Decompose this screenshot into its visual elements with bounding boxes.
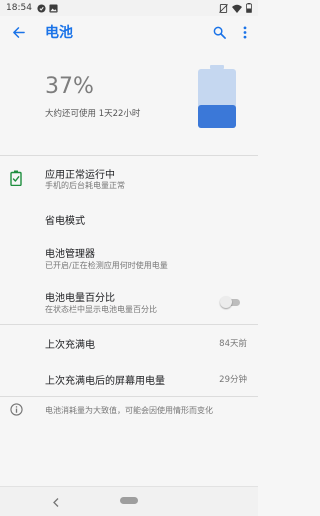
last-full-charge-row[interactable]: 上次充满电 84天前 [0, 325, 258, 359]
battery-manager-row[interactable]: 电池管理器 已开启/正在检测应用何时使用电量 [0, 236, 258, 280]
info-icon [10, 403, 23, 416]
navigation-bar [0, 486, 258, 516]
image-notification-icon [49, 3, 58, 13]
battery-percentage-toggle[interactable] [220, 296, 242, 308]
battery-percentage-row[interactable]: 电池电量百分比 在状态栏中显示电池电量百分比 [0, 280, 258, 324]
battery-percent: 37% [45, 74, 94, 99]
more-vert-icon [243, 25, 247, 39]
status-right [219, 3, 252, 13]
home-button[interactable] [120, 497, 138, 504]
battery-saver-title: 省电模式 [45, 216, 85, 227]
notification-icon [37, 3, 46, 13]
status-battery-icon [246, 3, 252, 13]
battery-percentage-subtitle: 在状态栏中显示电池电量百分比 [45, 305, 157, 314]
chevron-left-icon [53, 497, 59, 507]
app-status-subtitle: 手机的后台耗电量正常 [45, 181, 125, 190]
battery-manager-subtitle: 已开启/正在检测应用何时使用电量 [45, 261, 168, 270]
screen-usage-row[interactable]: 上次充满电后的屏幕用电量 29分钟 [0, 361, 258, 395]
info-text: 电池消耗量为大致值，可能会因使用情形而变化 [45, 406, 213, 415]
screen-usage-value: 29分钟 [219, 375, 247, 385]
wifi-icon [232, 4, 242, 13]
nav-back-button[interactable] [48, 494, 64, 510]
battery-percentage-title: 电池电量百分比 [45, 293, 115, 304]
battery-manager-title: 电池管理器 [45, 249, 95, 260]
arrow-back-icon [12, 26, 25, 38]
no-sim-icon [219, 3, 228, 13]
app-status-title: 应用正常运行中 [45, 170, 115, 181]
search-icon [213, 26, 226, 39]
last-full-charge-value: 84天前 [219, 339, 247, 349]
last-full-charge-title: 上次充满电 [45, 340, 95, 351]
battery-settings-list: 应用正常运行中 手机的后台耗电量正常 省电模式 电池管理器 已开启/正在检测应用… [0, 156, 258, 486]
battery-estimate: 大约还可使用 1天22小时 [45, 109, 141, 119]
more-options-button[interactable] [232, 16, 258, 48]
info-row: 电池消耗量为大致值，可能会因使用情形而变化 [0, 397, 258, 423]
battery-check-icon [10, 170, 22, 186]
screen-usage-title: 上次充满电后的屏幕用电量 [45, 376, 165, 387]
app-status-row[interactable]: 应用正常运行中 手机的后台耗电量正常 [0, 156, 258, 200]
battery-header: 37% 大约还可使用 1天22小时 [0, 48, 258, 155]
page-title: 电池 [45, 25, 73, 41]
status-bar: 18:54 [0, 0, 258, 16]
battery-saver-row[interactable]: 省电模式 [0, 200, 258, 234]
back-button[interactable] [3, 16, 33, 48]
toggle-thumb [220, 296, 232, 308]
app-bar-actions [206, 16, 258, 48]
search-button[interactable] [206, 16, 232, 48]
app-bar: 电池 [0, 16, 258, 48]
status-time: 18:54 [6, 3, 32, 13]
battery-level-icon [198, 65, 236, 128]
